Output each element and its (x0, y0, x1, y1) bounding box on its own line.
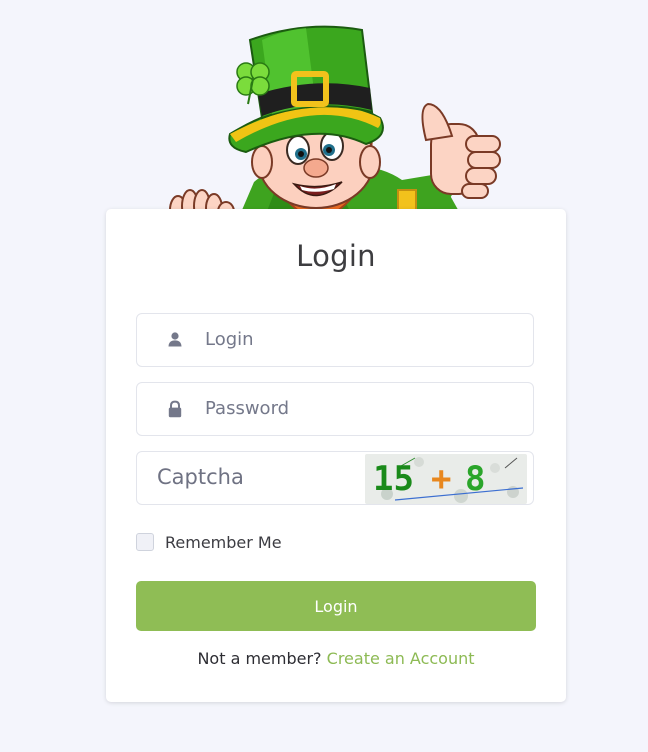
create-account-link[interactable]: Create an Account (327, 649, 475, 668)
remember-me-label[interactable]: Remember Me (165, 533, 282, 552)
lock-icon (168, 400, 182, 418)
login-placeholder: Login (205, 329, 254, 350)
login-field[interactable]: Login (136, 313, 534, 367)
page-title: Login (296, 239, 376, 273)
captcha-number-a: 15 (373, 459, 414, 499)
captcha-image: 15 + 8 (365, 454, 527, 504)
captcha-operator: + (431, 459, 452, 499)
login-button[interactable]: Login (136, 581, 536, 631)
captcha-number-b: 8 (465, 459, 486, 499)
captcha-placeholder: Captcha (157, 465, 244, 489)
captcha-field[interactable]: Captcha 15 + 8 (136, 451, 534, 505)
remember-me-row[interactable]: Remember Me (136, 531, 282, 553)
leprechaun-mascot-image (169, 25, 501, 224)
password-placeholder: Password (205, 398, 290, 419)
user-icon (168, 332, 182, 347)
login-card: Login Login Password Captcha 15 + 8 Reme… (106, 209, 566, 702)
signup-prompt: Not a member? Create an Account (106, 649, 566, 668)
password-field[interactable]: Password (136, 382, 534, 436)
remember-me-checkbox[interactable] (136, 533, 154, 551)
not-member-text: Not a member? (197, 649, 322, 668)
